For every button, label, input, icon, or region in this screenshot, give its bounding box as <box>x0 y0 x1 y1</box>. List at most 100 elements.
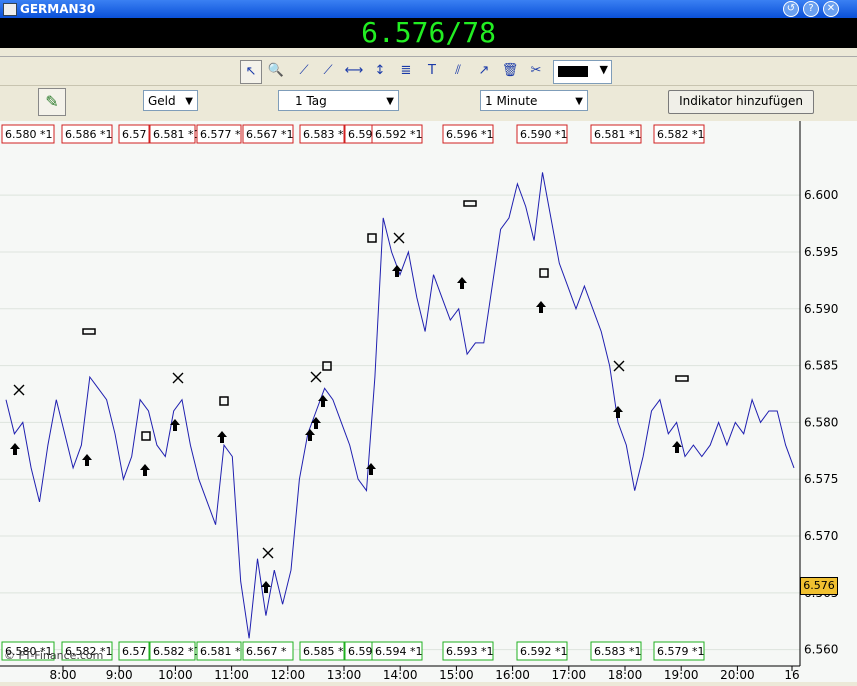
top-price-label: 6.582 *1 <box>653 124 705 144</box>
y-tick-label: 6.580 <box>804 415 838 429</box>
vline-icon[interactable]: ↕ <box>370 60 390 82</box>
y-tick-label: 6.595 <box>804 245 838 259</box>
label-text: 6.57 <box>122 128 147 141</box>
x-marker-icon <box>172 372 184 384</box>
label-text: 6.592 *1 <box>375 128 423 141</box>
label-text: 6.583 *1 <box>594 645 642 658</box>
bottom-price-label: 6.594 *1 <box>371 641 423 661</box>
top-price-label: 6.59 <box>344 124 373 144</box>
bottom-price-label: 6.57 <box>118 641 150 661</box>
label-text: 6.579 *1 <box>657 645 705 658</box>
label-text: 6.593 *1 <box>446 645 494 658</box>
up-arrow-icon <box>217 431 227 443</box>
splitter[interactable] <box>0 48 857 57</box>
price-series-line <box>5 172 795 639</box>
label-text: 6.581 * <box>200 645 241 658</box>
price-chart[interactable]: 6.580 *1 6.586 *1 6.57 6.581 *1 6.577 * 6.567… <box>0 121 857 682</box>
label-text: 6.594 *1 <box>375 645 423 658</box>
text-icon[interactable]: T <box>422 60 442 82</box>
label-text: 6.580 *1 <box>5 128 53 141</box>
x-tick-label: 20:00 <box>720 668 755 682</box>
top-price-label: 6.581 *1 <box>590 124 642 144</box>
arrow-icon[interactable]: ↗ <box>474 60 494 82</box>
label-text: 6.596 *1 <box>446 128 494 141</box>
zoom-icon[interactable]: 🔍 <box>266 60 286 82</box>
x-tick-label: 8:00 <box>50 668 77 682</box>
chevron-down-icon: ▼ <box>599 63 608 76</box>
label-text: 6.57 <box>122 645 147 658</box>
x-tick-label: 19:00 <box>664 668 699 682</box>
label-text: 6.59 <box>348 645 373 658</box>
top-price-label: 6.583 * <box>299 124 345 144</box>
bid-ask-quote: 6.576/78 <box>361 16 496 49</box>
label-text: 6.582 *1 <box>657 128 705 141</box>
top-price-label: 6.567 *1 <box>242 124 294 144</box>
top-price-label: 6.586 *1 <box>61 124 113 144</box>
bar-marker-icon <box>82 328 96 335</box>
period-select[interactable]: 1 Tag ▼ <box>278 90 399 111</box>
label-text: 6.59 <box>348 128 373 141</box>
y-tick-label: 6.570 <box>804 529 838 543</box>
trade-markers <box>10 200 689 593</box>
current-price-badge: 6.576 <box>800 577 838 595</box>
fib-icon[interactable]: ≣ <box>396 60 416 82</box>
label-text: 6.581 *1 <box>594 128 642 141</box>
label-text: 6.586 *1 <box>65 128 113 141</box>
up-arrow-icon <box>392 265 402 277</box>
square-marker-icon <box>539 268 549 278</box>
bottom-price-label: 6.582 *1 <box>149 641 201 661</box>
help-button[interactable]: ? <box>803 1 819 17</box>
price-type-select[interactable]: Geld ▼ <box>143 90 198 111</box>
x-tick-label: 9:00 <box>106 668 133 682</box>
top-price-label: 6.596 *1 <box>442 124 494 144</box>
close-button[interactable]: ✕ <box>823 1 839 17</box>
line-icon[interactable]: ⟋ <box>294 60 314 82</box>
up-arrow-icon <box>140 464 150 476</box>
top-price-label: 6.577 * <box>196 124 242 144</box>
square-marker-icon <box>141 431 151 441</box>
x-marker-icon <box>393 232 405 244</box>
settings-icon[interactable]: ✂ <box>526 60 546 82</box>
up-arrow-icon <box>457 277 467 289</box>
wand-icon[interactable]: ✎ <box>38 88 66 116</box>
bottom-price-label: 6.581 * <box>196 641 242 661</box>
drawing-toolbar: ↖ 🔍 ⟋ ⟋ ⟷ ↕ ≣ T ⫽ ↗ 🗑 ✂ ▼ <box>0 57 857 86</box>
price-type-value: Geld <box>148 94 176 108</box>
x-tick-label: 12:00 <box>271 668 306 682</box>
interval-value: 1 Minute <box>485 94 538 108</box>
top-price-label: 6.590 *1 <box>516 124 568 144</box>
label-text: 6.583 * <box>303 128 344 141</box>
restore-button[interactable]: ↺ <box>783 1 799 17</box>
x-tick-label: 11:00 <box>214 668 249 682</box>
up-arrow-icon <box>82 454 92 466</box>
square-marker-icon <box>367 233 377 243</box>
hline-icon[interactable]: ⟷ <box>344 60 364 82</box>
color-picker[interactable]: ▼ <box>553 60 612 84</box>
window-title: GERMAN30 <box>20 2 96 16</box>
up-arrow-icon <box>10 443 20 455</box>
channel-icon[interactable]: ⫽ <box>448 60 468 82</box>
chart-area[interactable]: 6.580 *1 6.586 *1 6.57 6.581 *1 6.577 * 6.567… <box>0 121 857 682</box>
bottom-price-label: 6.59 <box>344 641 373 661</box>
x-marker-icon <box>13 384 25 396</box>
bottom-price-label: 6.585 *1 <box>299 641 351 661</box>
top-price-label: 6.580 *1 <box>1 124 55 144</box>
interval-select[interactable]: 1 Minute ▼ <box>480 90 588 111</box>
chevron-down-icon: ▼ <box>185 96 193 107</box>
trash-icon[interactable]: 🗑 <box>500 60 520 82</box>
up-arrow-icon <box>536 301 546 313</box>
up-arrow-icon <box>672 441 682 453</box>
color-swatch <box>558 66 588 77</box>
x-tick-label: 16:00 <box>495 668 530 682</box>
y-tick-label: 6.560 <box>804 643 838 657</box>
x-tick-label: 13:00 <box>327 668 362 682</box>
label-text: 6.585 *1 <box>303 645 351 658</box>
y-tick-label: 6.590 <box>804 302 838 316</box>
y-tick-label: 6.585 <box>804 359 838 373</box>
up-arrow-icon <box>613 406 623 418</box>
ray-icon[interactable]: ⟋ <box>318 60 338 82</box>
up-arrow-icon <box>311 417 321 429</box>
label-text: 6.577 * <box>200 128 241 141</box>
add-indicator-button[interactable]: Indikator hinzufügen <box>668 90 814 114</box>
pointer-icon[interactable]: ↖ <box>240 60 262 84</box>
